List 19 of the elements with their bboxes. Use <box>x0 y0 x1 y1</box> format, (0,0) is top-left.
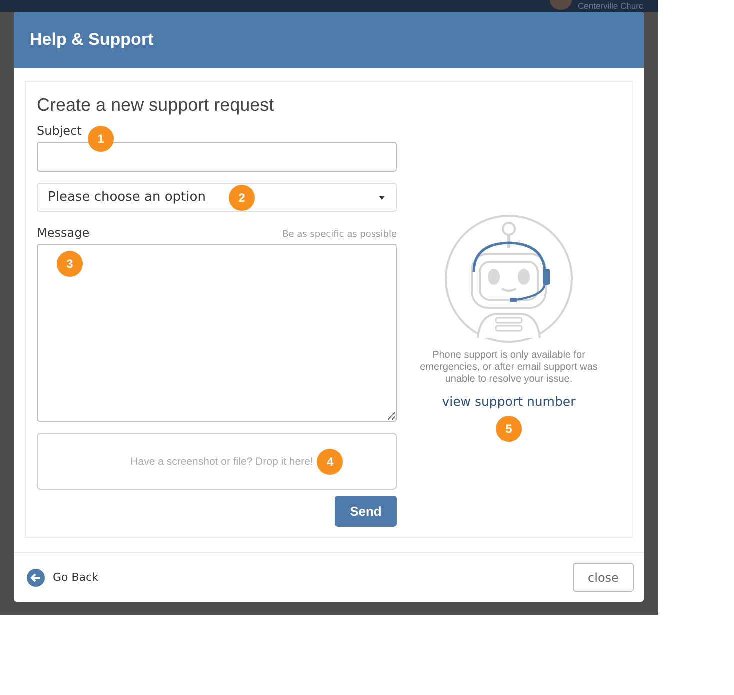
category-dropdown[interactable]: Please choose an option 2 <box>37 183 397 212</box>
caret-icon <box>379 196 385 200</box>
support-number-link[interactable]: view support number <box>442 394 576 409</box>
send-button[interactable]: Send <box>335 496 397 527</box>
close-button[interactable]: close <box>573 563 634 592</box>
dropzone-text: Have a screenshot or file? Drop it here! <box>130 456 314 468</box>
message-field[interactable] <box>37 244 397 422</box>
step-badge: 4 <box>317 448 344 474</box>
field-hint: Be as specific as possible <box>282 230 397 240</box>
dialog-title: Help & Support <box>30 30 154 50</box>
header-text: Centerville Churc <box>578 0 644 12</box>
field-label: Message <box>37 226 90 240</box>
go-back-link[interactable]: Go Back <box>27 568 98 586</box>
step-badge: 5 <box>496 416 522 442</box>
form-heading: Create a new support request <box>37 95 276 116</box>
step-badge: 2 <box>229 185 255 211</box>
phone-support-note: Phone support is only available for emergencies, or after email support was unable to resolve your issue. <box>419 350 599 386</box>
field-label: Subject <box>37 124 82 138</box>
subject-field[interactable] <box>37 142 397 172</box>
